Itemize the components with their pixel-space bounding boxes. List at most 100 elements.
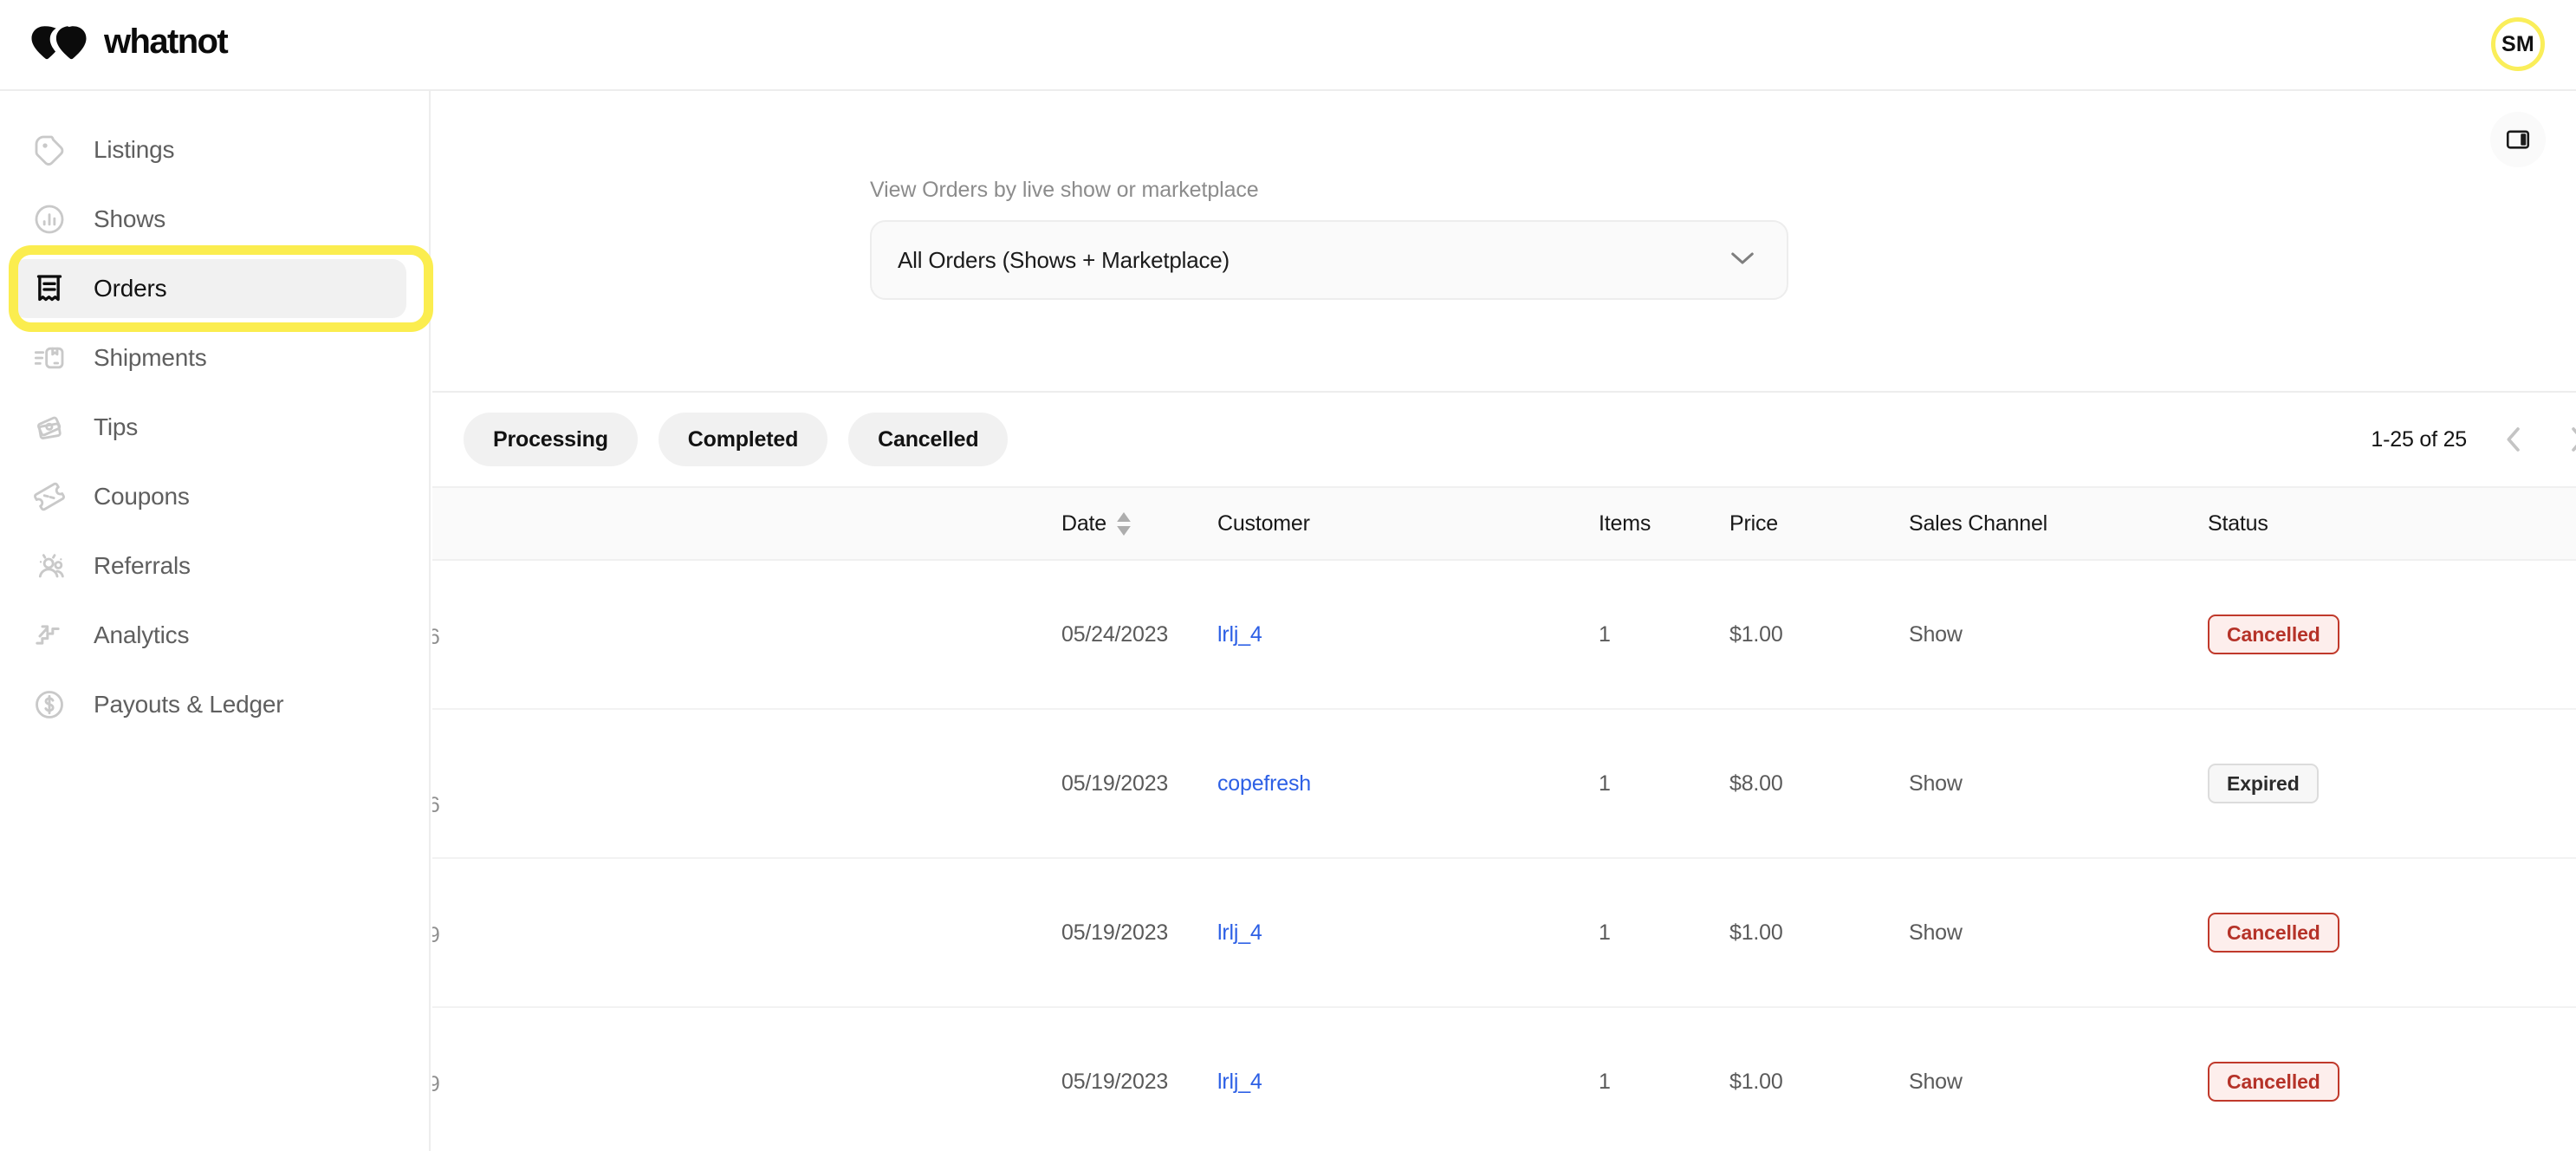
cell-sales-channel: Show [1890, 858, 2180, 1008]
cell-items: 1 [1595, 560, 1729, 710]
status-badge: Expired [2208, 764, 2319, 803]
cell-customer: lrlj_4 [1205, 1007, 1595, 1151]
chip-cancelled[interactable]: Cancelled [848, 413, 1009, 466]
sidebar-item-label: Analytics [94, 621, 190, 648]
cell-items: 1 [1595, 709, 1729, 859]
avatar-initials: SM [2501, 31, 2535, 56]
cell-order: gpin 28296 [432, 709, 957, 859]
orders-source-selected-value: All Orders (Shows + Marketplace) [898, 246, 1230, 273]
order-id: 95189 [432, 923, 440, 948]
orders-source-select[interactable]: All Orders (Shows + Marketplace) [870, 220, 1788, 300]
cell-items: 1 [1595, 1007, 1729, 1151]
tag-icon [31, 132, 68, 168]
col-header-price[interactable]: Price [1729, 486, 1890, 561]
status-filter-chips: Processing Completed Cancelled [464, 413, 1009, 466]
sidebar-item-tips[interactable]: Tips [12, 398, 406, 457]
whatnot-hearts-logo-icon [29, 24, 87, 65]
cell-price: $1.00 [1729, 560, 1890, 710]
table-row[interactable]: gpin 28296 05/19/2023 copefresh 1 $8.00 … [432, 709, 2576, 859]
cell-sales-channel: Show [1890, 709, 2180, 859]
sidebar: Listings Shows Orders Shipments Tips Cou… [0, 91, 431, 1151]
order-id: 92889 [432, 1072, 440, 1097]
sidebar-item-label: Shows [94, 205, 166, 232]
sidebar-item-payouts-ledger[interactable]: Payouts & Ledger [12, 675, 406, 734]
col-header-customer[interactable]: Customer [1205, 486, 1595, 561]
chevron-right-icon[interactable] [2560, 422, 2576, 457]
chip-processing[interactable]: Processing [464, 413, 638, 466]
col-header-date[interactable]: Date [957, 486, 1205, 561]
filter-label: View Orders by live show or marketplace [870, 178, 1259, 202]
cell-order: 99606 [432, 560, 957, 710]
cell-order: 92889 [432, 1007, 957, 1151]
chart-circle-icon [31, 201, 68, 237]
app-root: whatnot SM Listings Shows Orders Shipmen… [0, 0, 2576, 1151]
people-icon [31, 548, 68, 584]
package-icon [31, 340, 68, 376]
trend-up-icon [31, 617, 68, 654]
cell-order: 95189 [432, 858, 957, 1008]
table-row[interactable]: 95189 05/19/2023 lrlj_4 1 $1.00 Show Can… [432, 858, 2576, 1008]
orders-card: Processing Completed Cancelled 1-25 of 2… [432, 391, 2576, 1151]
chevron-left-icon[interactable] [2496, 422, 2531, 457]
customer-link[interactable]: lrlj_4 [1217, 622, 1262, 647]
orders-source-filter: View Orders by live show or marketplace … [870, 178, 1788, 300]
col-header-status[interactable]: Status [2180, 486, 2576, 561]
cell-price: $1.00 [1729, 858, 1890, 1008]
sidebar-item-shows[interactable]: Shows [12, 190, 406, 249]
cell-price: $8.00 [1729, 709, 1890, 859]
sidebar-item-coupons[interactable]: Coupons [12, 467, 406, 526]
orders-table: Date Customer Items Price Sales Channel [432, 486, 2576, 1151]
sidebar-item-listings[interactable]: Listings [12, 120, 406, 179]
main-content: View Orders by live show or marketplace … [432, 91, 2576, 1151]
sidebar-item-orders[interactable]: Orders [12, 259, 406, 318]
status-badge: Cancelled [2208, 615, 2339, 654]
brand-logo[interactable]: whatnot [29, 23, 267, 65]
cell-status: Expired [2180, 709, 2576, 859]
order-id: 99606 [432, 625, 440, 650]
panel-toggle-icon[interactable] [2490, 112, 2546, 167]
sidebar-item-shipments[interactable]: Shipments [12, 328, 406, 387]
svg-text:whatnot: whatnot [104, 24, 228, 61]
orders-toolbar: Processing Completed Cancelled 1-25 of 2… [432, 393, 2576, 486]
cell-customer: lrlj_4 [1205, 560, 1595, 710]
chevron-down-icon [1729, 250, 1755, 271]
col-header-date-label: Date [1061, 510, 1107, 536]
sidebar-item-referrals[interactable]: Referrals [12, 536, 406, 595]
sidebar-item-label: Referrals [94, 552, 191, 579]
table-row[interactable]: 99606 05/24/2023 lrlj_4 1 $1.00 Show Can… [432, 560, 2576, 710]
ticket-icon [31, 478, 68, 515]
pagination: 1-25 of 25 [2371, 422, 2576, 457]
col-header-items[interactable]: Items [1595, 486, 1729, 561]
top-bar: whatnot SM [0, 0, 2576, 91]
date-sort-control[interactable]: Date [1061, 511, 1131, 536]
col-header-sales-channel[interactable]: Sales Channel [1890, 486, 2180, 561]
customer-link[interactable]: lrlj_4 [1217, 1070, 1262, 1094]
cash-icon [31, 409, 68, 445]
cell-customer: lrlj_4 [1205, 858, 1595, 1008]
status-badge: Cancelled [2208, 913, 2339, 953]
avatar[interactable]: SM [2491, 17, 2545, 71]
cell-date: 05/19/2023 [957, 858, 1205, 1008]
sidebar-item-label: Tips [94, 413, 139, 440]
sidebar-item-analytics[interactable]: Analytics [12, 606, 406, 665]
cell-items: 1 [1595, 858, 1729, 1008]
sort-arrows-icon [1117, 511, 1131, 536]
orders-table-header: Date Customer Items Price Sales Channel [432, 486, 2576, 561]
sidebar-item-label: Listings [94, 136, 175, 163]
sidebar-item-label: Payouts & Ledger [94, 691, 284, 718]
customer-link[interactable]: copefresh [1217, 771, 1311, 796]
cell-customer: copefresh [1205, 709, 1595, 859]
cell-status: Cancelled [2180, 560, 2576, 710]
cell-price: $1.00 [1729, 1007, 1890, 1151]
cell-status: Cancelled [2180, 1007, 2576, 1151]
cell-status: Cancelled [2180, 858, 2576, 1008]
cell-date: 05/19/2023 [957, 1007, 1205, 1151]
sidebar-item-label: Orders [94, 275, 167, 302]
table-row[interactable]: 92889 05/19/2023 lrlj_4 1 $1.00 Show Can… [432, 1007, 2576, 1151]
chip-completed[interactable]: Completed [658, 413, 828, 466]
customer-link[interactable]: lrlj_4 [1217, 920, 1262, 945]
order-id: 28296 [432, 793, 440, 818]
orders-table-body: 99606 05/24/2023 lrlj_4 1 $1.00 Show Can… [432, 560, 2576, 1151]
cell-date: 05/24/2023 [957, 560, 1205, 710]
brand-wordmark: whatnot [103, 23, 267, 65]
